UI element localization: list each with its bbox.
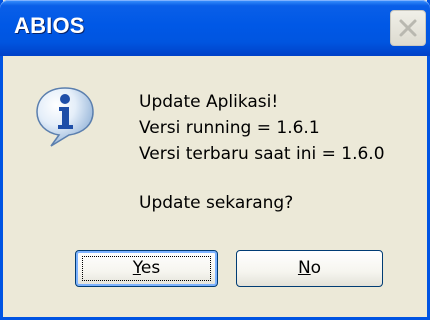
question-text: Update sekarang? bbox=[139, 193, 294, 213]
message-line: Versi running = 1.6.1 bbox=[139, 118, 320, 138]
dialog-window: ABIOS Update Aplikasi! Versi running = 1… bbox=[0, 0, 430, 320]
yes-button[interactable]: Yes bbox=[75, 250, 218, 287]
close-button[interactable] bbox=[390, 10, 426, 46]
message-line: Versi terbaru saat ini = 1.6.0 bbox=[139, 144, 385, 164]
message-text: Update Aplikasi! Versi running = 1.6.1 V… bbox=[139, 89, 385, 167]
window-title: ABIOS bbox=[14, 13, 85, 38]
info-icon bbox=[36, 87, 94, 147]
no-button[interactable]: No bbox=[236, 250, 383, 287]
title-bar[interactable]: ABIOS bbox=[0, 0, 430, 56]
message-line: Update Aplikasi! bbox=[139, 92, 279, 112]
close-icon bbox=[399, 19, 417, 37]
yes-button-label: Yes bbox=[132, 258, 161, 278]
no-button-label: No bbox=[297, 258, 322, 278]
